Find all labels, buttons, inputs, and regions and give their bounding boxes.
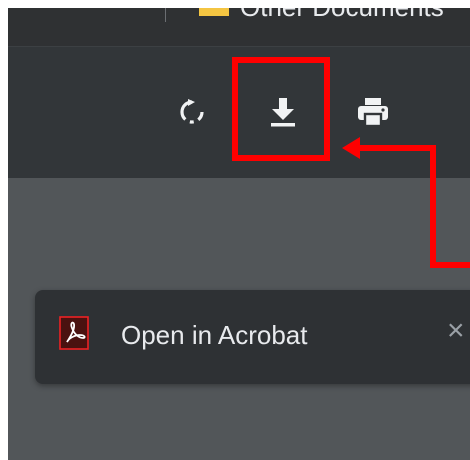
acrobat-icon [59,316,89,350]
rotate-button[interactable] [172,92,212,132]
folder-icon [199,8,229,16]
open-in-acrobat-toast[interactable]: Open in Acrobat × [35,290,470,384]
tab-divider [165,8,166,22]
toast-label: Open in Acrobat [121,320,308,350]
tab-strip: Other Documents [8,8,470,46]
pdf-viewer-window: Other Documents [8,8,470,460]
print-button[interactable] [353,92,393,132]
tab-title[interactable]: Other Documents [240,8,444,23]
close-icon[interactable]: × [447,316,465,346]
rotate-icon [180,99,204,124]
print-icon [358,98,388,128]
download-highlight-box [232,57,330,161]
